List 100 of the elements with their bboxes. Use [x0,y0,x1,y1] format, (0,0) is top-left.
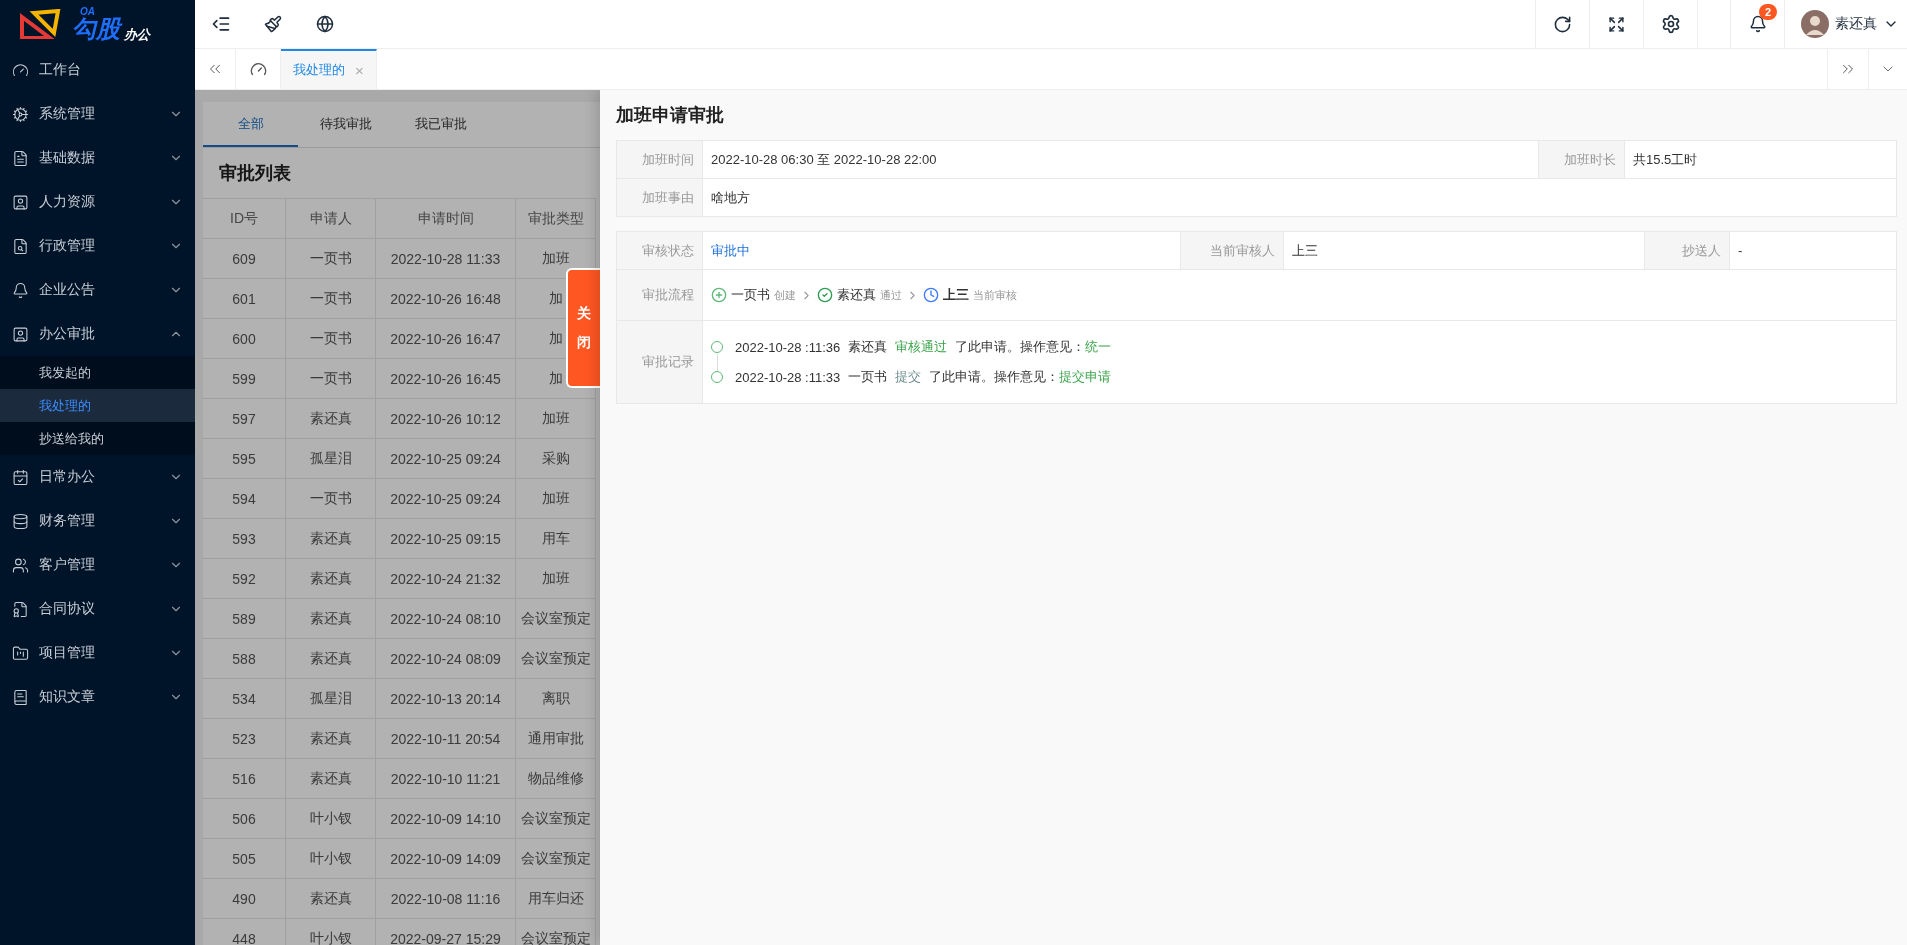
table-cell: 一页书 [286,278,376,318]
record-action: 提交 [895,368,922,386]
filter-tab[interactable]: 待我审批 [298,102,393,147]
sidebar-item[interactable]: 工作台 [0,48,195,92]
database-icon [12,512,29,530]
table-cell: 叶小钗 [286,918,376,945]
table-cell: 用车 [516,518,596,558]
table-cell: 素还真 [286,718,376,758]
sidebar-label: 客户管理 [39,556,96,574]
field-label: 抄送人 [1645,232,1730,270]
sidebar-label: 项目管理 [39,644,96,662]
table-cell: 2022-10-26 16:48 [376,278,516,318]
table-cell: 一页书 [286,358,376,398]
field-value: - [1730,232,1897,270]
sidebar-item[interactable]: 客户管理 [0,543,195,587]
step-action: 当前审核 [973,287,1017,303]
table-cell: 599 [203,358,286,398]
field-value: 啥地方 [703,179,1897,217]
table-cell: 490 [203,878,286,918]
table-cell: 物品维修 [516,758,596,798]
record-opinion: 统一 [1085,338,1112,356]
record-name: 素还真 [848,338,888,356]
filter-tab[interactable]: 我已审批 [393,102,488,147]
sidebar-subitem[interactable]: 我处理的 [0,389,195,422]
column-header: 审批类型 [516,198,596,238]
logo-text: 办公 [124,28,150,41]
gear-icon [12,105,29,123]
sidebar-item[interactable]: 系统管理 [0,92,195,136]
table-cell: 2022-10-26 16:47 [376,318,516,358]
table-cell: 孤星泪 [286,438,376,478]
field-value: 上三 [1284,232,1645,270]
document-icon [12,149,29,167]
table-cell: 2022-10-11 20:54 [376,718,516,758]
sidebar-item[interactable]: 财务管理 [0,499,195,543]
user-menu[interactable]: 素还真 [1784,0,1907,48]
table-cell: 2022-10-08 11:16 [376,878,516,918]
certificate-icon [12,600,29,618]
sidebar-item[interactable]: 知识文章 [0,675,195,719]
sidebar-item[interactable]: 日常办公 [0,455,195,499]
table-cell: 孤星泪 [286,678,376,718]
step-action: 通过 [880,287,902,303]
table-cell: 2022-10-09 14:09 [376,838,516,878]
timeline-dot [711,371,723,383]
sidebar-label: 行政管理 [39,237,96,255]
filter-tab[interactable]: 全部 [203,102,298,147]
table-cell: 516 [203,758,286,798]
sidebar-item[interactable]: 合同协议 [0,587,195,631]
sidebar-item[interactable]: 基础数据 [0,136,195,180]
field-label: 加班时间 [617,141,703,179]
table-cell: 会议室预定 [516,838,596,878]
table-cell: 534 [203,678,286,718]
table-cell: 素还真 [286,598,376,638]
sidebar-subitem[interactable]: 抄送给我的 [0,422,195,455]
logo-text: OA [80,7,96,17]
user-card-icon [12,193,29,211]
sidebar-item[interactable]: 人力资源 [0,180,195,224]
step-action: 创建 [774,287,796,303]
sidebar-item[interactable]: 项目管理 [0,631,195,675]
table-cell: 通用审批 [516,718,596,758]
user-card-icon [12,325,29,343]
table-cell: 叶小钗 [286,838,376,878]
table-cell: 2022-10-26 10:12 [376,398,516,438]
avatar-icon [1801,10,1829,38]
gauge-icon [12,61,29,79]
sidebar-item[interactable]: 行政管理 [0,224,195,268]
table-cell: 加班 [516,558,596,598]
table-cell: 采购 [516,438,596,478]
table-cell: 2022-10-24 08:09 [376,638,516,678]
table-cell: 589 [203,598,286,638]
field-label: 审核状态 [617,232,703,270]
sidebar-label: 办公审批 [39,325,96,343]
field-label: 当前审核人 [1181,232,1284,270]
step-name: 素还真 [837,286,876,304]
table-cell: 2022-10-25 09:15 [376,518,516,558]
step-name: 一页书 [731,286,770,304]
table-cell: 2022-10-13 20:14 [376,678,516,718]
table-cell: 2022-10-24 08:10 [376,598,516,638]
table-cell: 593 [203,518,286,558]
table-cell: 会议室预定 [516,598,596,638]
table-cell: 叶小钗 [286,798,376,838]
table-cell: 523 [203,718,286,758]
table-cell: 594 [203,478,286,518]
table-cell: 一页书 [286,478,376,518]
step-name: 上三 [943,286,969,304]
page-tab[interactable]: 我处理的 × [281,49,377,89]
table-cell: 448 [203,918,286,945]
table-cell: 素还真 [286,518,376,558]
sidebar-label: 工作台 [39,61,82,79]
table-cell: 用车归还 [516,878,596,918]
record-time: 2022-10-28 :11:33 [735,369,841,385]
table-cell: 2022-10-09 14:10 [376,798,516,838]
table-cell: 592 [203,558,286,598]
sidebar-label: 日常办公 [39,468,96,486]
check-circle-icon [817,287,833,303]
table-cell: 2022-10-25 09:24 [376,478,516,518]
sidebar-item[interactable]: 企业公告 [0,268,195,312]
sidebar-item[interactable]: 办公审批 [0,312,195,356]
sidebar-subitem[interactable]: 我发起的 [0,356,195,389]
table-cell: 505 [203,838,286,878]
plus-circle-icon [711,287,727,303]
